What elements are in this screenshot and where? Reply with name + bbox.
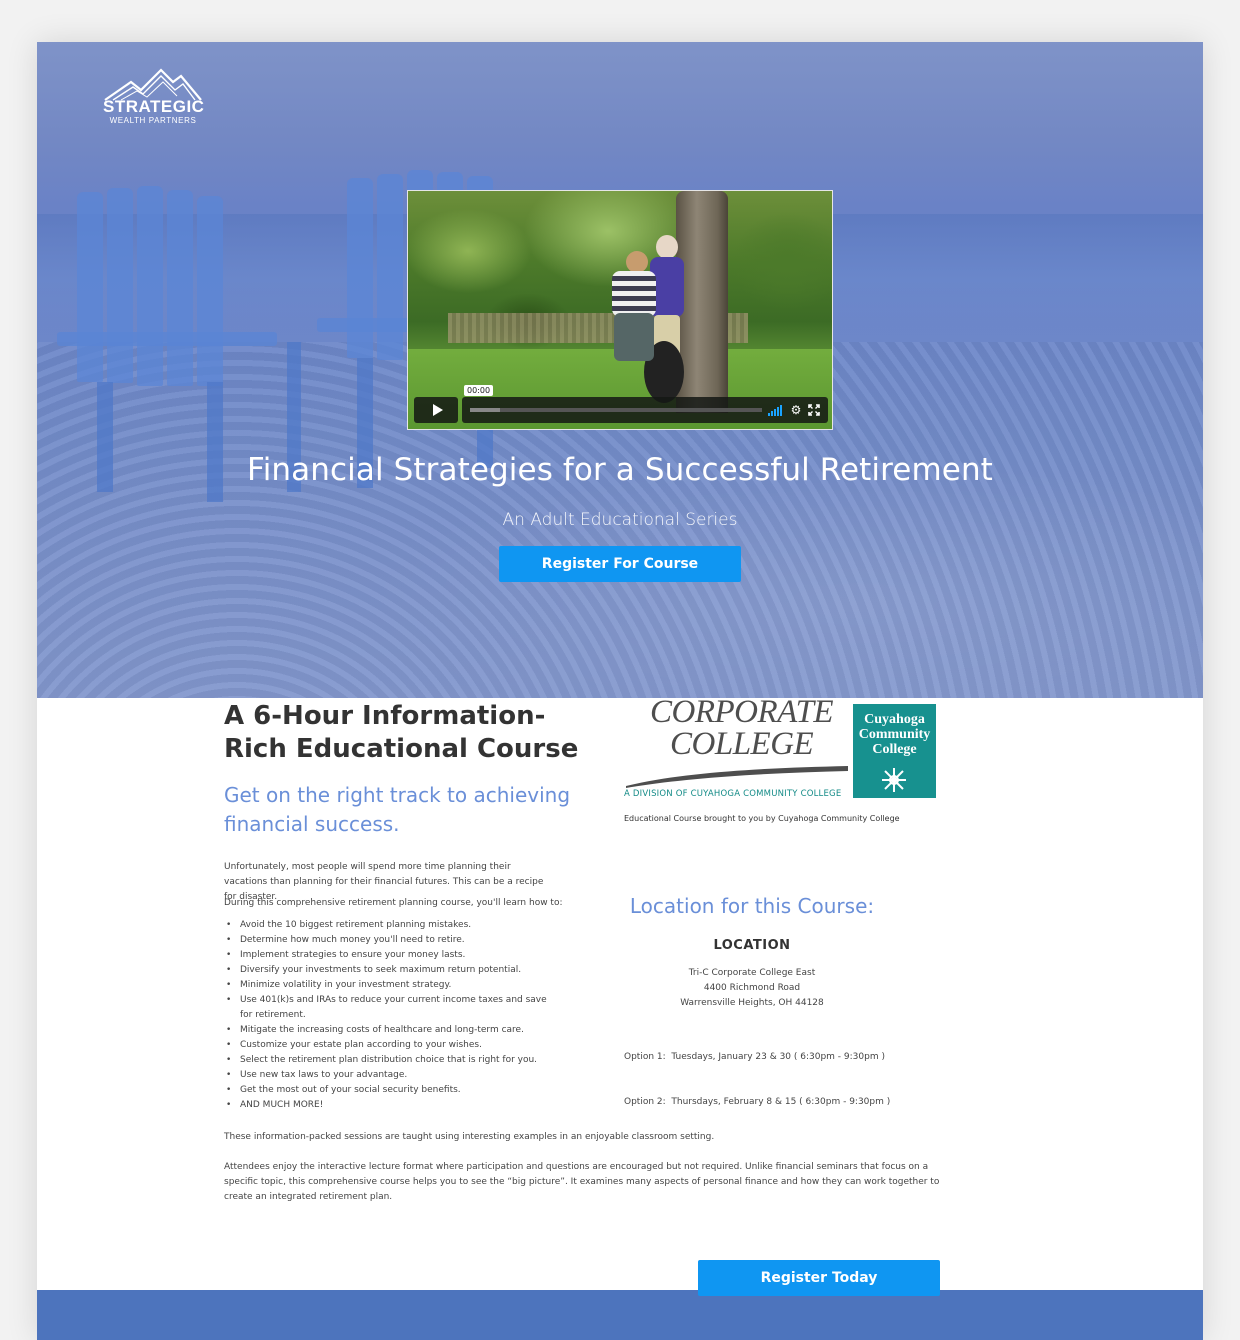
course-subheading: Get on the right track to achieving fina… (224, 783, 571, 836)
landing-page: STRATEGIC WEALTH PARTNERS ⚙ 00:00 Financ… (37, 42, 1203, 1340)
location-venue: Tri-C Corporate College East (688, 968, 816, 978)
logo-swoosh (626, 766, 848, 788)
logo-college-word: COLLEGE (670, 726, 814, 762)
list-item: AND MUCH MORE! (224, 1098, 554, 1113)
partner-caption: Educational Course brought to you by Cuy… (624, 814, 900, 823)
location-heading: LOCATION (713, 938, 791, 953)
list-item: Diversify your investments to seek maxim… (224, 963, 554, 978)
list-item: Mitigate the increasing costs of healthc… (224, 1023, 554, 1038)
snowflake-icon (882, 768, 906, 792)
register-today-button[interactable]: Register Today (698, 1260, 940, 1296)
list-item: Avoid the 10 biggest retirement planning… (224, 918, 554, 933)
location-city: Warrensville Heights, OH 44128 (680, 998, 824, 1008)
schedule-options: Option 1: Tuesdays, January 23 & 30 ( 6:… (624, 1020, 924, 1140)
location-address: Tri-C Corporate College East 4400 Richmo… (624, 966, 880, 1011)
cuyahoga-logo-line-3: College (872, 742, 917, 757)
list-item: Use new tax laws to your advantage. (224, 1068, 554, 1083)
schedule-option-2: Option 2: Thursdays, February 8 & 15 ( 6… (624, 1097, 891, 1107)
list-item: Determine how much money you'll need to … (224, 933, 554, 948)
content-layer: A 6-Hour Information-Rich Educational Co… (37, 42, 1203, 1340)
cta-band (37, 1290, 1203, 1340)
division-label: A DIVISION OF CUYAHOGA COMMUNITY COLLEGE (624, 789, 842, 799)
location-street: 4400 Richmond Road (703, 983, 801, 993)
course-intro: A 6-Hour Information-Rich Educational Co… (224, 700, 594, 839)
list-item: Use 401(k)s and IRAs to reduce your curr… (224, 993, 554, 1023)
location-title: Location for this Course: (629, 894, 875, 918)
format-note: Attendees enjoy the interactive lecture … (224, 1162, 940, 1202)
schedule-option-1: Option 1: Tuesdays, January 23 & 30 ( 6:… (624, 1052, 885, 1062)
course-lead-in: During this comprehensive retirement pla… (224, 898, 563, 908)
list-item: Minimize volatility in your investment s… (224, 978, 554, 993)
list-item: Get the most out of your social security… (224, 1083, 554, 1098)
cuyahoga-logo-line-1: Cuyahoga (864, 712, 925, 727)
list-item: Implement strategies to ensure your mone… (224, 948, 554, 963)
course-topics-list: Avoid the 10 biggest retirement planning… (224, 918, 554, 1113)
list-item: Select the retirement plan distribution … (224, 1053, 554, 1068)
cuyahoga-community-college-logo[interactable]: Cuyahoga Community College (853, 704, 936, 798)
list-item: Customize your estate plan according to … (224, 1038, 554, 1053)
course-heading: A 6-Hour Information-Rich Educational Co… (224, 701, 579, 764)
cuyahoga-logo-line-2: Community (858, 727, 931, 742)
